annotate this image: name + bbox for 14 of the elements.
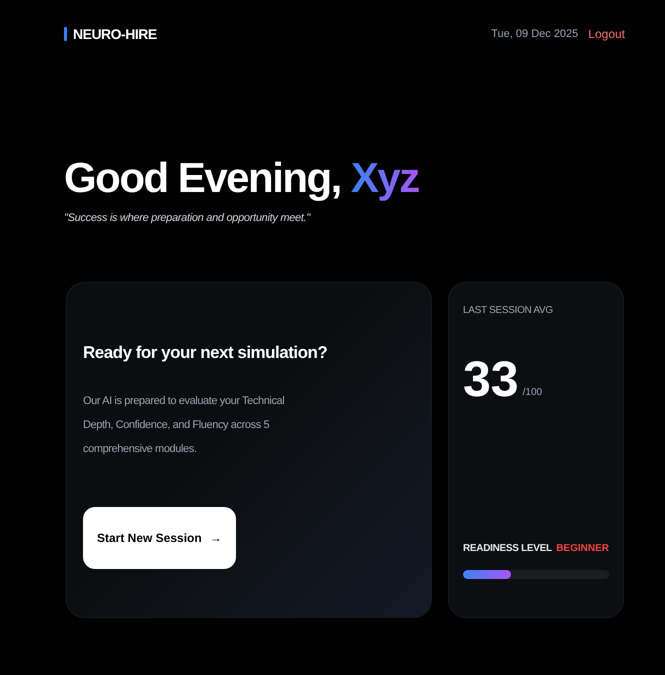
score-max: /100 — [522, 387, 542, 398]
score-value: 33 — [463, 354, 519, 404]
logout-link[interactable]: Logout — [588, 27, 625, 41]
readiness-value: BEGINNER — [556, 543, 609, 554]
stat-label: LAST SESSION AVG — [463, 305, 554, 316]
greeting-heading: Good Evening, — [64, 154, 341, 202]
brand-mark-icon — [64, 27, 67, 41]
brand-logo: NEURO-HIRE — [73, 26, 157, 42]
current-date: Tue, 09 Dec 2025 — [491, 28, 578, 40]
card-description: Our AI is prepared to evaluate your Technical Depth, Confidence, and Fluency across 5 comprehensive modules. — [83, 394, 286, 457]
start-session-button[interactable]: Start New Session → — [83, 507, 236, 569]
quote-text: "Success is where preparation and opportunity meet." — [64, 212, 312, 224]
card-title: Ready for your next simulation? — [83, 343, 328, 363]
readiness-label: READINESS LEVEL — [463, 543, 552, 554]
